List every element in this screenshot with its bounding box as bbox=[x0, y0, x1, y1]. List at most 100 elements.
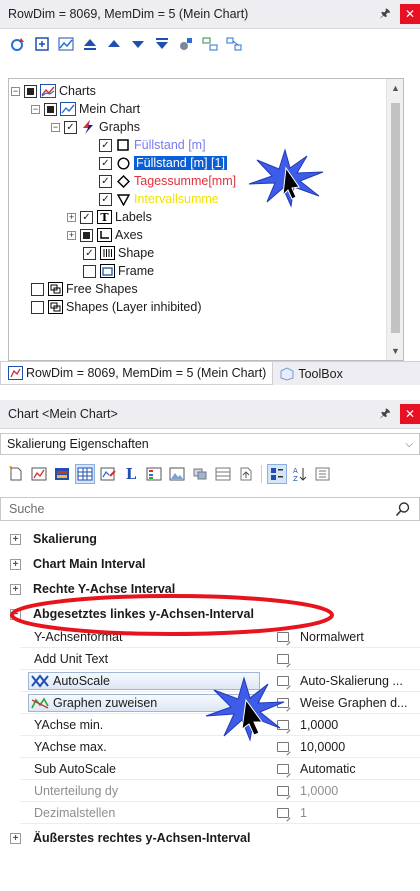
graphen-zuweisen-button[interactable]: Graphen zuweisen bbox=[28, 693, 260, 712]
edit-icon[interactable] bbox=[270, 719, 296, 730]
category-aeusserstes-rechtes[interactable]: + Äußerstes rechtes y-Achsen-Interval bbox=[0, 827, 420, 849]
category-rechte-y-achse[interactable]: + Rechte Y-Achse Interval bbox=[0, 578, 420, 600]
edit-icon[interactable] bbox=[270, 697, 296, 708]
expand-toggle[interactable]: + bbox=[67, 230, 76, 240]
tree-item-labels[interactable]: + ✓ T Labels bbox=[67, 208, 152, 226]
table-icon[interactable] bbox=[213, 464, 233, 484]
layers-icon[interactable] bbox=[190, 464, 210, 484]
properties-icon[interactable] bbox=[176, 34, 196, 54]
category-skalierung[interactable]: + Skalierung bbox=[0, 528, 420, 550]
edit-icon[interactable] bbox=[270, 653, 296, 664]
property-row[interactable]: Sub AutoScale Automatic bbox=[20, 758, 420, 780]
close-button[interactable]: ✕ bbox=[400, 404, 420, 424]
property-row-autoscale[interactable]: AutoScale Auto-Skalierung ... bbox=[20, 670, 420, 692]
image-icon[interactable] bbox=[167, 464, 187, 484]
tree-scrollbar[interactable]: ▲ ▼ bbox=[386, 79, 403, 360]
property-row-graphen-zuweisen[interactable]: Graphen zuweisen Weise Graphen d... bbox=[20, 692, 420, 714]
checkbox[interactable] bbox=[44, 102, 57, 116]
search-icon[interactable] bbox=[395, 501, 411, 520]
tree-item-graphs[interactable]: − ✓ Graphs bbox=[51, 118, 140, 136]
expand-toggle[interactable]: + bbox=[67, 212, 76, 222]
checkbox[interactable] bbox=[80, 228, 93, 242]
category-chart-main-interval[interactable]: + Chart Main Interval bbox=[0, 553, 420, 575]
chevron-down-icon[interactable]: ⌵ bbox=[405, 439, 413, 450]
expand-toggle[interactable]: + bbox=[10, 832, 21, 844]
tree-item-graph[interactable]: ✓ Füllstand [m] bbox=[99, 136, 206, 154]
grid-icon[interactable] bbox=[75, 464, 95, 484]
layout-icon[interactable] bbox=[224, 34, 244, 54]
property-row[interactable]: Y-Achsenformat Normalwert bbox=[20, 626, 420, 648]
checkbox[interactable]: ✓ bbox=[99, 192, 112, 206]
edit-icon[interactable] bbox=[270, 763, 296, 774]
edit-icon[interactable] bbox=[270, 675, 296, 686]
group-icon[interactable] bbox=[200, 34, 220, 54]
property-row[interactable]: Add Unit Text bbox=[20, 648, 420, 670]
checkbox[interactable] bbox=[31, 300, 44, 314]
tree-item-charts[interactable]: − Charts bbox=[11, 82, 96, 100]
property-value[interactable]: Normalwert bbox=[296, 630, 420, 644]
chart-properties-icon[interactable] bbox=[29, 464, 49, 484]
checkbox[interactable]: ✓ bbox=[99, 174, 112, 188]
expand-toggle[interactable]: + bbox=[10, 558, 21, 570]
scroll-down-icon[interactable]: ▼ bbox=[387, 346, 403, 356]
expand-all-icon[interactable] bbox=[32, 34, 52, 54]
chart-edit-icon[interactable] bbox=[98, 464, 118, 484]
checkbox[interactable]: ✓ bbox=[64, 120, 77, 134]
label-icon[interactable]: L bbox=[121, 464, 141, 484]
move-down-icon[interactable] bbox=[128, 34, 148, 54]
tree-item-shape[interactable]: ✓ Shape bbox=[83, 244, 154, 262]
tree-item-axes[interactable]: + Axes bbox=[67, 226, 143, 244]
new-page-icon[interactable] bbox=[6, 464, 26, 484]
property-value[interactable]: 1,0000 bbox=[296, 718, 420, 732]
fill-color-icon[interactable] bbox=[52, 464, 72, 484]
export-icon[interactable] bbox=[236, 464, 256, 484]
expand-toggle[interactable]: + bbox=[10, 533, 21, 545]
move-bottom-icon[interactable] bbox=[152, 34, 172, 54]
move-up-icon[interactable] bbox=[104, 34, 124, 54]
tab-toolbox[interactable]: ToolBox bbox=[273, 362, 348, 385]
pin-icon[interactable]: 🖈 bbox=[376, 404, 394, 425]
tree-item-mein-chart[interactable]: − Mein Chart bbox=[31, 100, 140, 118]
refresh-icon[interactable] bbox=[8, 34, 28, 54]
categorized-icon[interactable] bbox=[267, 464, 287, 484]
collapse-toggle[interactable]: − bbox=[31, 104, 40, 114]
collapse-toggle[interactable]: − bbox=[11, 86, 20, 96]
edit-icon[interactable] bbox=[270, 631, 296, 642]
object-selector-dropdown[interactable]: Skalierung Eigenschaften ⌵ bbox=[0, 433, 420, 455]
checkbox[interactable] bbox=[83, 264, 96, 278]
tree-item-graph[interactable]: ✓ Intervallsumme bbox=[99, 190, 219, 208]
tree-item-shapes-inhibited[interactable]: Shapes (Layer inhibited) bbox=[31, 298, 202, 316]
checkbox[interactable]: ✓ bbox=[99, 138, 112, 152]
tree-item-graph[interactable]: ✓ Tagessumme[mm] bbox=[99, 172, 236, 190]
property-row[interactable]: YAchse max. 10,0000 bbox=[20, 736, 420, 758]
move-top-icon[interactable] bbox=[80, 34, 100, 54]
edit-icon[interactable] bbox=[270, 741, 296, 752]
autoscale-button[interactable]: AutoScale bbox=[28, 671, 260, 690]
sort-alphabetical-icon[interactable]: AZ bbox=[290, 464, 310, 484]
pin-icon[interactable]: 🖈 bbox=[376, 4, 394, 25]
checkbox[interactable]: ✓ bbox=[80, 210, 93, 224]
checkbox[interactable] bbox=[24, 84, 37, 98]
property-value[interactable]: 10,0000 bbox=[296, 740, 420, 754]
property-pages-icon[interactable] bbox=[313, 464, 333, 484]
property-value[interactable]: Auto-Skalierung ... bbox=[296, 674, 420, 688]
close-button[interactable]: ✕ bbox=[400, 4, 420, 24]
checkbox[interactable] bbox=[31, 282, 44, 296]
collapse-toggle[interactable]: − bbox=[10, 608, 21, 620]
scroll-thumb[interactable] bbox=[391, 103, 400, 333]
tree-item-graph-selected[interactable]: ✓ Füllstand [m] [1] bbox=[99, 154, 227, 172]
category-abgesetztes-linkes[interactable]: − Abgesetztes linkes y-Achsen-Interval bbox=[0, 603, 420, 625]
checkbox[interactable]: ✓ bbox=[83, 246, 96, 260]
collapse-toggle[interactable]: − bbox=[51, 122, 60, 132]
expand-toggle[interactable]: + bbox=[10, 583, 21, 595]
checkbox[interactable]: ✓ bbox=[99, 156, 112, 170]
property-value[interactable]: Automatic bbox=[296, 762, 420, 776]
property-search-input[interactable]: Suche bbox=[0, 497, 420, 521]
chart-add-icon[interactable] bbox=[56, 34, 76, 54]
tree-item-free-shapes[interactable]: Free Shapes bbox=[31, 280, 138, 298]
tab-tree[interactable]: RowDim = 8069, MemDim = 5 (Mein Chart) bbox=[0, 362, 274, 385]
property-row[interactable]: YAchse min. 1,0000 bbox=[20, 714, 420, 736]
legend-icon[interactable] bbox=[144, 464, 164, 484]
scroll-up-icon[interactable]: ▲ bbox=[387, 83, 403, 93]
property-value[interactable]: Weise Graphen d... bbox=[296, 696, 420, 710]
